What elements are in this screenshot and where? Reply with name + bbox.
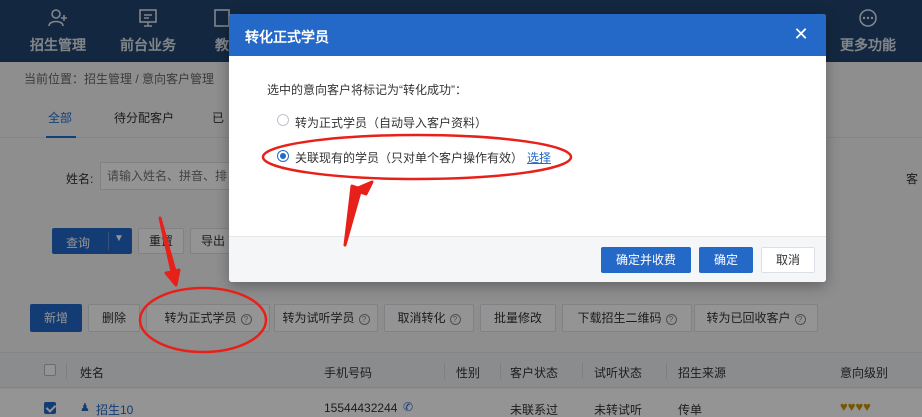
option-link-existing-label[interactable]: 关联现有的学员（只对单个客户操作有效）	[295, 149, 523, 166]
option-to-formal-radio[interactable]	[277, 114, 289, 126]
option-to-formal-label[interactable]: 转为正式学员（自动导入客户资料）	[295, 114, 487, 131]
option-link-existing-radio[interactable]	[277, 150, 289, 162]
confirm-button[interactable]: 确定	[699, 247, 753, 273]
dialog-prompt: 选中的意向客户将标记为“转化成功”：	[267, 83, 467, 97]
dialog-footer: 确定并收费 确定 取消	[229, 236, 826, 282]
dialog-header: 转化正式学员 ✕	[229, 14, 826, 56]
confirm-and-pay-button[interactable]: 确定并收费	[601, 247, 691, 273]
close-icon[interactable]: ✕	[792, 25, 810, 43]
dialog-title: 转化正式学员	[245, 29, 329, 45]
convert-student-dialog: 转化正式学员 ✕ 选中的意向客户将标记为“转化成功”： 转为正式学员（自动导入客…	[229, 14, 826, 282]
select-student-link[interactable]: 选择	[527, 149, 551, 166]
cancel-button[interactable]: 取消	[761, 247, 815, 273]
